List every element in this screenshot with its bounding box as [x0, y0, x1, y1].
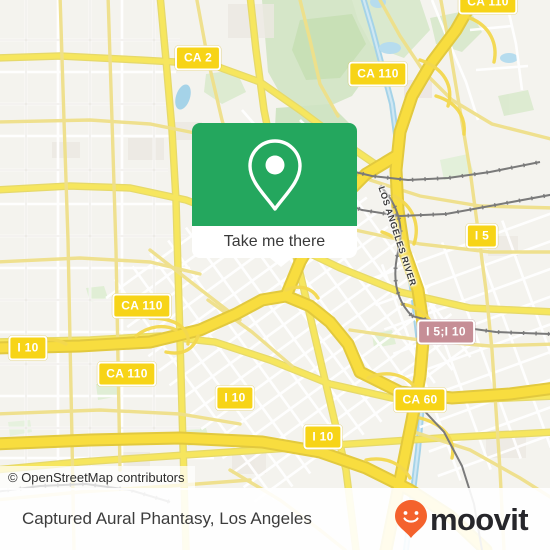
moovit-map-screenshot: LOS ANGELES RIVER CA 2 CA 110 CA 110 I 5… [0, 0, 550, 550]
highway-shield-ca110-n: CA 110 [348, 61, 408, 87]
callout-tail [270, 258, 292, 267]
osm-attribution[interactable]: © OpenStreetMap contributors [0, 466, 195, 490]
place-callout[interactable]: Take me there [192, 123, 357, 267]
moovit-pin-smiley-icon [394, 500, 427, 538]
callout-action[interactable]: Take me there [192, 226, 357, 267]
highway-shield-i10-c: I 10 [215, 385, 255, 411]
highway-shield-ca110-sw: CA 110 [97, 361, 157, 387]
footer-bar: Captured Aural Phantasy, Los Angeles moo… [0, 488, 550, 550]
moovit-wordmark: moovit [429, 501, 529, 537]
highway-shield-ca110-w: CA 110 [112, 293, 172, 319]
place-title: Captured Aural Phantasy, Los Angeles [22, 509, 312, 528]
highway-shield-ca110-top: CA 110 [458, 0, 518, 15]
highway-shield-i10-s: I 10 [303, 424, 343, 450]
highway-shield-ca2: CA 2 [174, 45, 222, 71]
moovit-logo[interactable]: moovit [394, 499, 529, 539]
take-me-there-label: Take me there [223, 233, 326, 250]
location-pin-icon [247, 138, 302, 211]
highway-shield-i5: I 5 [465, 223, 499, 249]
highway-shield-i5-i10: I 5;I 10 [417, 319, 475, 345]
highway-shield-ca60: CA 60 [393, 387, 447, 413]
callout-pin-area [192, 123, 357, 226]
highway-shield-i10-w: I 10 [8, 335, 48, 361]
